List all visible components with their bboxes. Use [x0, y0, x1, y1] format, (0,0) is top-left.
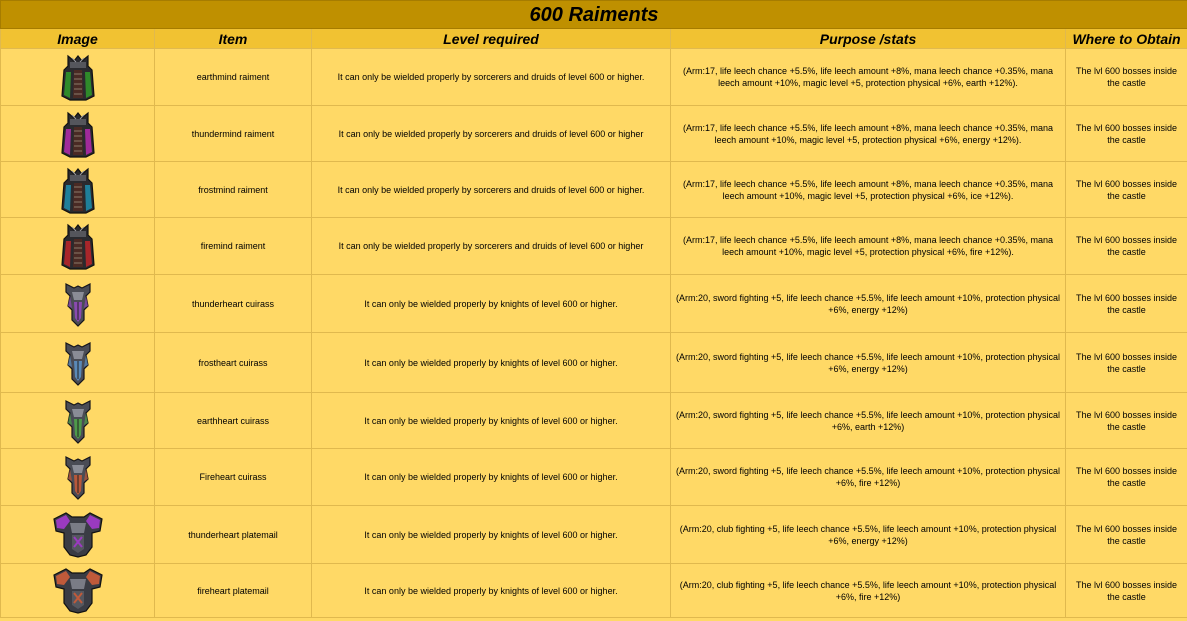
item-name: frostheart cuirass — [154, 332, 312, 393]
purpose-stats: (Arm:17, life leech chance +5.5%, life l… — [670, 217, 1066, 275]
level-required: It can only be wielded properly by knigh… — [311, 563, 671, 618]
image-cell — [0, 332, 155, 393]
purpose-stats: (Arm:17, life leech chance +5.5%, life l… — [670, 105, 1066, 162]
where-to-obtain: The lvl 600 bosses inside the castle — [1064, 563, 1187, 618]
where-to-obtain: The lvl 600 bosses inside the castle — [1064, 274, 1187, 333]
image-cell — [0, 161, 155, 218]
level-required: It can only be wielded properly by sorce… — [311, 161, 671, 218]
level-required: It can only be wielded properly by sorce… — [311, 48, 671, 106]
earthheart-cuirass-icon — [2, 397, 154, 445]
where-to-obtain: The lvl 600 bosses inside the castle — [1064, 448, 1187, 506]
purpose-stats: (Arm:20, sword fighting +5, life leech c… — [670, 448, 1066, 506]
purpose-stats: (Arm:20, club fighting +5, life leech ch… — [670, 563, 1066, 618]
item-name: earthmind raiment — [154, 48, 312, 106]
header-level: Level required — [311, 28, 671, 49]
table-row: Fireheart cuirass It can only be wielded… — [0, 448, 1187, 506]
table-title: 600 Raiments — [0, 0, 1187, 29]
purpose-stats: (Arm:20, club fighting +5, life leech ch… — [670, 505, 1066, 564]
level-required: It can only be wielded properly by sorce… — [311, 217, 671, 275]
table-row: thundermind raiment It can only be wield… — [0, 105, 1187, 162]
level-required: It can only be wielded properly by sorce… — [311, 105, 671, 162]
table-row: firemind raiment It can only be wielded … — [0, 217, 1187, 275]
item-name: Fireheart cuirass — [154, 448, 312, 506]
level-required: It can only be wielded properly by knigh… — [311, 392, 671, 449]
item-name: frostmind raiment — [154, 161, 312, 218]
frostheart-cuirass-icon — [2, 339, 154, 387]
item-name: thunderheart platemail — [154, 505, 312, 564]
purpose-stats: (Arm:17, life leech chance +5.5%, life l… — [670, 48, 1066, 106]
table-row: frostmind raiment It can only be wielded… — [0, 161, 1187, 218]
level-required: It can only be wielded properly by knigh… — [311, 332, 671, 393]
image-cell — [0, 217, 155, 275]
table-row: thunderheart cuirass It can only be wiel… — [0, 274, 1187, 333]
title-row: 600 Raiments — [0, 0, 1187, 29]
where-to-obtain: The lvl 600 bosses inside the castle — [1064, 217, 1187, 275]
level-required: It can only be wielded properly by knigh… — [311, 505, 671, 564]
image-cell — [0, 563, 155, 618]
image-cell — [0, 105, 155, 162]
header-where: Where to Obtain — [1064, 28, 1187, 49]
thundermind-raiment-icon — [2, 109, 154, 159]
level-required: It can only be wielded properly by knigh… — [311, 274, 671, 333]
item-name: thundermind raiment — [154, 105, 312, 162]
image-cell — [0, 448, 155, 506]
fireheart-platemail-icon — [2, 565, 154, 617]
header-item: Item — [154, 28, 312, 49]
item-name: thunderheart cuirass — [154, 274, 312, 333]
table-row: earthheart cuirass It can only be wielde… — [0, 392, 1187, 449]
image-cell — [0, 48, 155, 106]
where-to-obtain: The lvl 600 bosses inside the castle — [1064, 161, 1187, 218]
header-image: Image — [0, 28, 155, 49]
thunderheart-cuirass-icon — [2, 280, 154, 328]
header-purpose: Purpose /stats — [670, 28, 1066, 49]
earthmind-raiment-icon — [2, 52, 154, 102]
table-row: earthmind raiment It can only be wielded… — [0, 48, 1187, 106]
where-to-obtain: The lvl 600 bosses inside the castle — [1064, 105, 1187, 162]
table-row: thunderheart platemail It can only be wi… — [0, 505, 1187, 564]
where-to-obtain: The lvl 600 bosses inside the castle — [1064, 392, 1187, 449]
where-to-obtain: The lvl 600 bosses inside the castle — [1064, 48, 1187, 106]
item-name: firemind raiment — [154, 217, 312, 275]
fireheart-cuirass-icon — [2, 453, 154, 501]
purpose-stats: (Arm:17, life leech chance +5.5%, life l… — [670, 161, 1066, 218]
image-cell — [0, 505, 155, 564]
where-to-obtain: The lvl 600 bosses inside the castle — [1064, 505, 1187, 564]
where-to-obtain: The lvl 600 bosses inside the castle — [1064, 332, 1187, 393]
firemind-raiment-icon — [2, 221, 154, 271]
purpose-stats: (Arm:20, sword fighting +5, life leech c… — [670, 274, 1066, 333]
item-name: earthheart cuirass — [154, 392, 312, 449]
image-cell — [0, 392, 155, 449]
table-row: frostheart cuirass It can only be wielde… — [0, 332, 1187, 393]
raiments-table: 600 Raiments Image Item Level required P… — [0, 0, 1187, 618]
purpose-stats: (Arm:20, sword fighting +5, life leech c… — [670, 392, 1066, 449]
level-required: It can only be wielded properly by knigh… — [311, 448, 671, 506]
image-cell — [0, 274, 155, 333]
table-row: fireheart platemail It can only be wield… — [0, 563, 1187, 618]
purpose-stats: (Arm:20, sword fighting +5, life leech c… — [670, 332, 1066, 393]
item-name: fireheart platemail — [154, 563, 312, 618]
frostmind-raiment-icon — [2, 165, 154, 215]
header-row: Image Item Level required Purpose /stats… — [0, 28, 1187, 49]
thunderheart-platemail-icon — [2, 509, 154, 561]
